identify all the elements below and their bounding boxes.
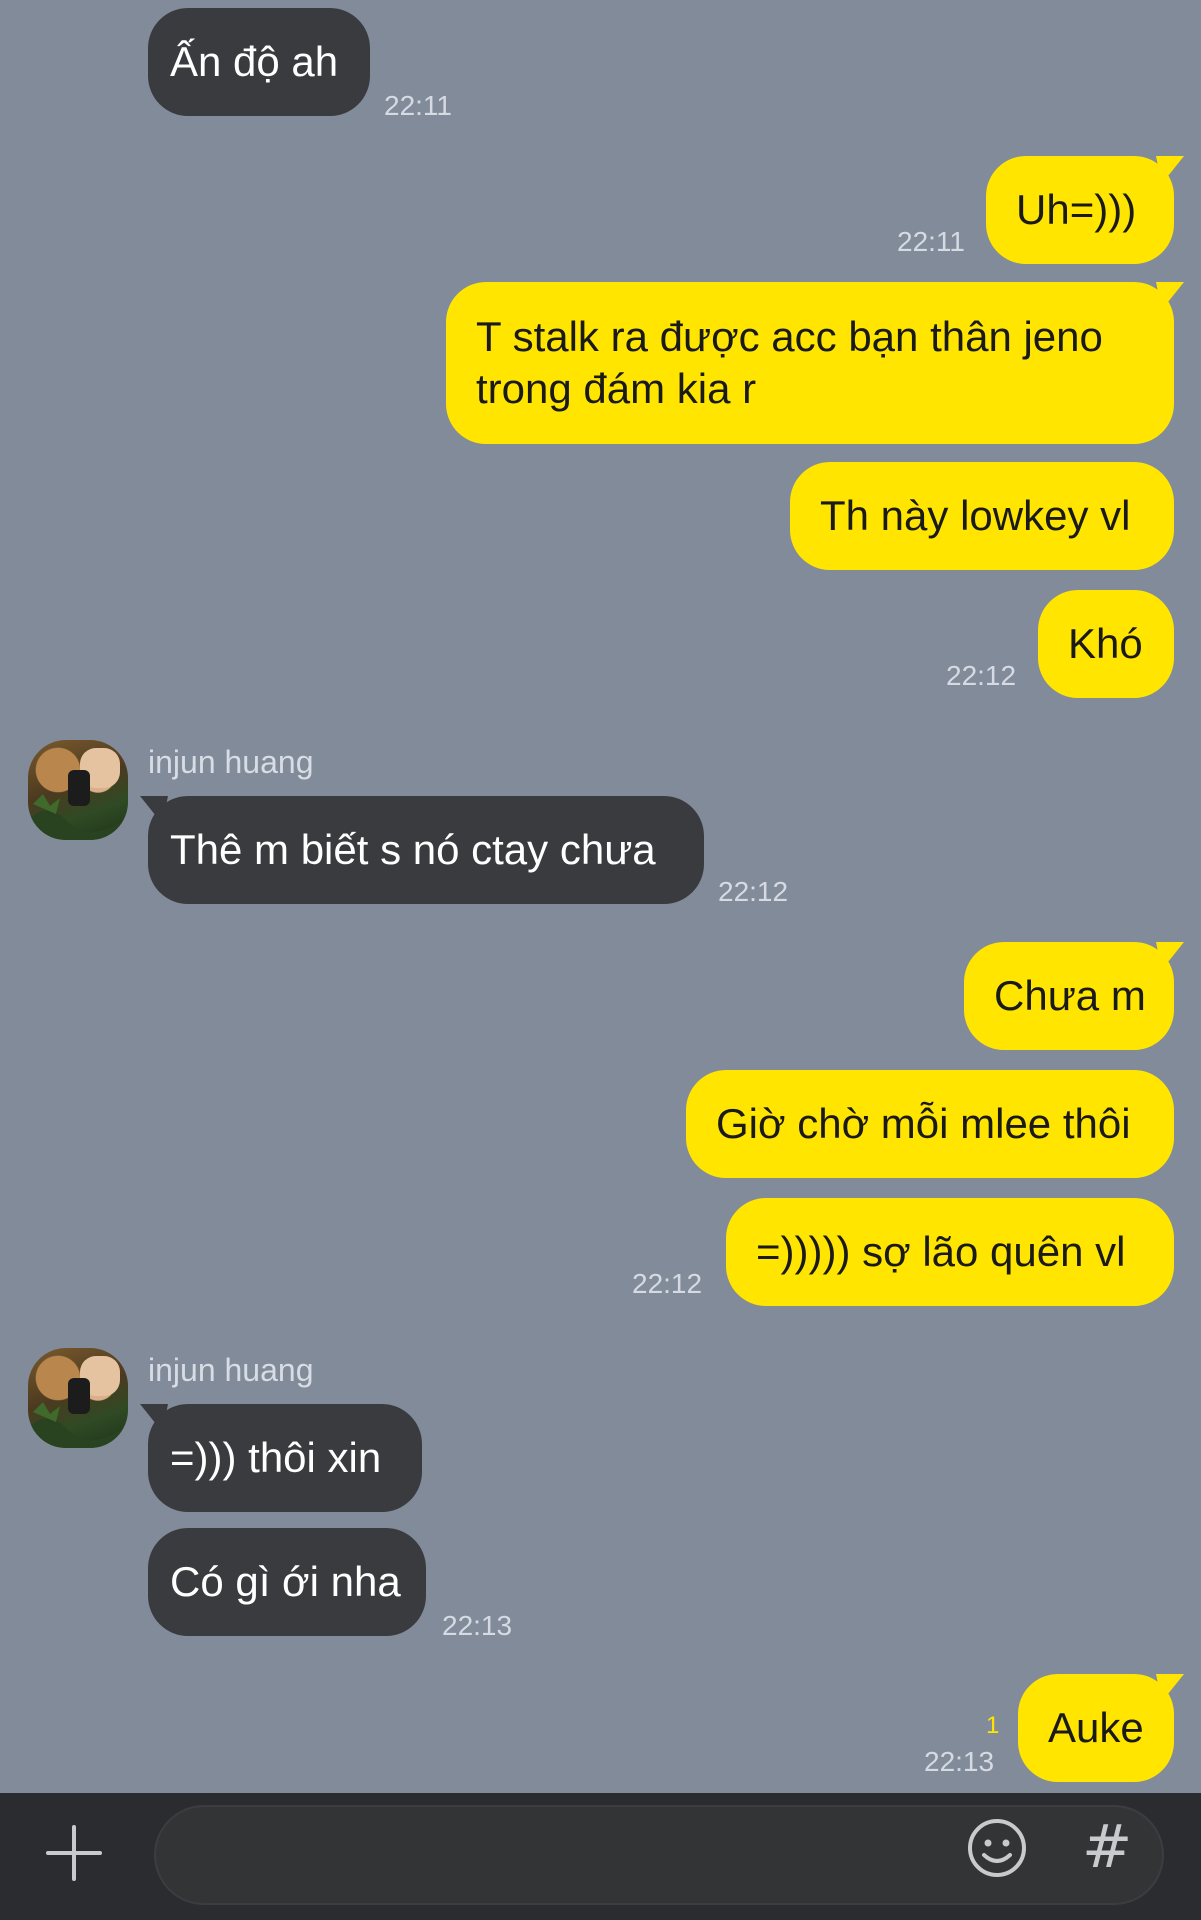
sender-name: injun huang	[148, 1352, 314, 1388]
message-text: Uh=)))	[1016, 186, 1137, 233]
message-time: 22:11	[897, 226, 965, 257]
plus-icon[interactable]	[44, 1823, 104, 1883]
contact-avatar[interactable]	[28, 740, 128, 840]
hashtag-button[interactable]: #	[1082, 1815, 1132, 1879]
message-text: =))))) sợ lão quên vl	[756, 1228, 1126, 1275]
message-text: =))) thôi xin	[170, 1434, 382, 1481]
message-text: Khó	[1068, 620, 1143, 667]
message-bubble-outgoing[interactable]: Th này lowkey vl	[790, 462, 1174, 570]
message-text: Giờ chờ mỗi mlee thôi	[716, 1100, 1131, 1147]
sender-name: injun huang	[148, 744, 314, 780]
message-time: 22:12	[946, 660, 1017, 691]
message-text: Chưa m	[994, 972, 1146, 1019]
message-text: Có gì ới nha	[170, 1558, 401, 1605]
plus-icon-graphic	[46, 1825, 102, 1881]
message-bubble-incoming[interactable]: =))) thôi xin	[148, 1404, 422, 1512]
avatar-image	[28, 1356, 128, 1448]
message-text: T stalk ra được acc bạn thân jeno trong …	[476, 313, 1103, 412]
message-bubble-outgoing[interactable]: =))))) sợ lão quên vl	[726, 1198, 1174, 1306]
message-bubble-outgoing[interactable]: Chưa m	[964, 942, 1174, 1050]
message-bubble-outgoing[interactable]: T stalk ra được acc bạn thân jeno trong …	[446, 282, 1174, 444]
message-input-bar: #	[0, 1793, 1201, 1920]
emoji-icon-graphic	[968, 1819, 1026, 1877]
message-time: 22:11	[384, 90, 452, 121]
avatar-image	[28, 748, 128, 840]
contact-avatar[interactable]	[28, 1348, 128, 1448]
message-bubble-incoming[interactable]: Thê m biết s nó ctay chưa	[148, 796, 704, 904]
message-bubble-outgoing[interactable]: Khó	[1038, 590, 1174, 698]
message-text: Auke	[1048, 1704, 1144, 1751]
message-bubble-incoming[interactable]: Ấn độ ah	[148, 8, 370, 116]
message-time: 22:12	[718, 876, 789, 907]
message-bubble-outgoing[interactable]: Auke	[1018, 1674, 1174, 1782]
message-bubble-incoming[interactable]: Có gì ới nha	[148, 1528, 426, 1636]
chat-area[interactable]: Ấn độ ah 22:11 22:11 Uh=))) T stalk ra đ…	[0, 0, 1201, 1793]
message-time: 22:13	[924, 1746, 995, 1777]
message-time: 22:13	[442, 1610, 513, 1641]
message-bubble-outgoing[interactable]: Uh=)))	[986, 156, 1174, 264]
message-text: Th này lowkey vl	[820, 492, 1131, 539]
unread-count: 1	[986, 1712, 1000, 1739]
emoji-icon[interactable]	[966, 1817, 1028, 1879]
message-time: 22:12	[632, 1268, 703, 1299]
message-text: Ấn độ ah	[170, 38, 339, 85]
message-bubble-outgoing[interactable]: Giờ chờ mỗi mlee thôi	[686, 1070, 1174, 1178]
message-text: Thê m biết s nó ctay chưa	[170, 826, 656, 873]
